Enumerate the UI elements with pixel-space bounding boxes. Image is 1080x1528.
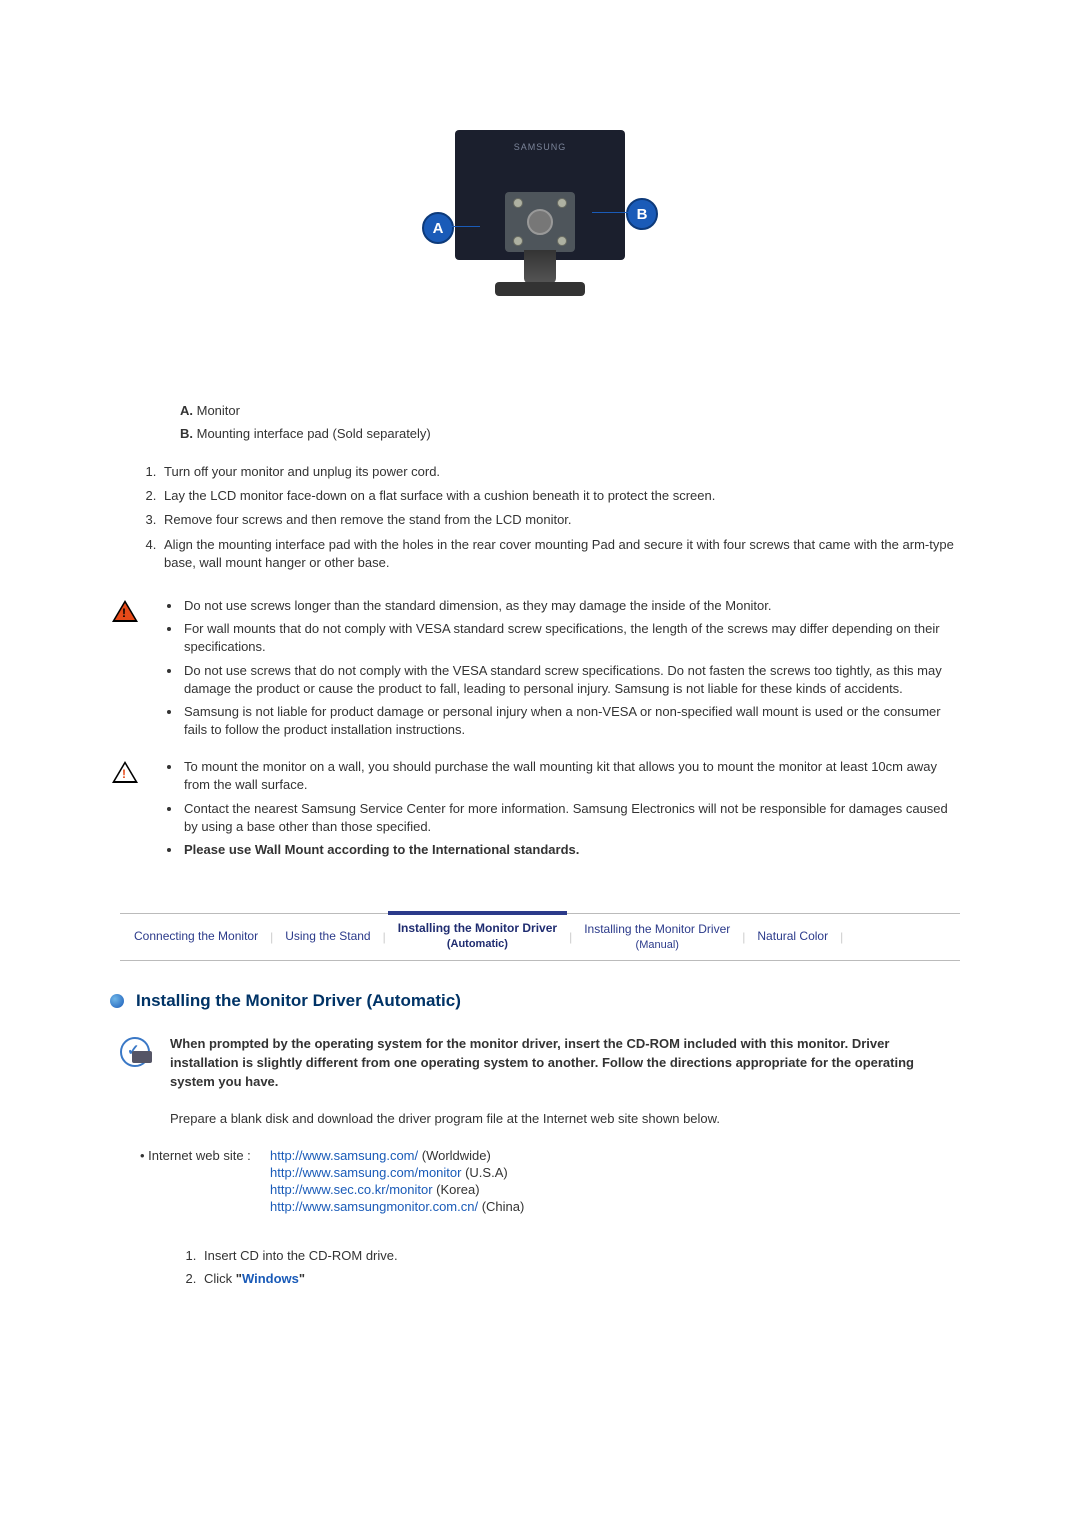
list-item: Turn off your monitor and unplug its pow… bbox=[160, 461, 960, 485]
windows-link[interactable]: Windows bbox=[242, 1271, 299, 1286]
marker-a: A bbox=[422, 212, 454, 244]
marker-b: B bbox=[626, 198, 658, 230]
list-item: Samsung is not liable for product damage… bbox=[182, 702, 960, 743]
list-item: Click "Windows" bbox=[200, 1269, 960, 1291]
tab-install-driver-manual[interactable]: Installing the Monitor Driver (Manual) bbox=[574, 920, 740, 954]
driver-prompt-text: When prompted by the operating system fo… bbox=[170, 1035, 960, 1092]
warning-icon: ! bbox=[112, 757, 160, 783]
internet-site-links: http://www.samsung.com/ (Worldwide) http… bbox=[270, 1148, 524, 1216]
monitor-illustration: SAMSUNG A B bbox=[410, 120, 670, 320]
list-item: Align the mounting interface pad with th… bbox=[160, 534, 960, 576]
internet-site-label: • Internet web site : bbox=[140, 1148, 270, 1216]
list-item: Remove four screws and then remove the s… bbox=[160, 509, 960, 533]
section-title: Installing the Monitor Driver (Automatic… bbox=[136, 991, 461, 1011]
list-item: Insert CD into the CD-ROM drive. bbox=[200, 1246, 960, 1268]
mounting-figure: SAMSUNG A B bbox=[120, 120, 960, 323]
list-item: To mount the monitor on a wall, you shou… bbox=[182, 757, 960, 798]
list-item: Please use Wall Mount according to the I… bbox=[182, 840, 960, 863]
tab-install-driver-auto[interactable]: Installing the Monitor Driver (Automatic… bbox=[388, 911, 567, 953]
list-item: For wall mounts that do not comply with … bbox=[182, 619, 960, 660]
warning-list-2: To mount the monitor on a wall, you shou… bbox=[160, 757, 960, 863]
legend-b: B. Mounting interface pad (Sold separate… bbox=[180, 426, 960, 441]
link-samsung-usa[interactable]: http://www.samsung.com/monitor bbox=[270, 1165, 461, 1180]
legend-a: A. Monitor bbox=[180, 403, 960, 418]
mounting-pad bbox=[505, 192, 575, 252]
list-item: Lay the LCD monitor face-down on a flat … bbox=[160, 485, 960, 509]
tab-connecting-monitor[interactable]: Connecting the Monitor bbox=[124, 927, 268, 947]
mount-steps: Turn off your monitor and unplug its pow… bbox=[120, 461, 960, 576]
tab-using-stand[interactable]: Using the Stand bbox=[275, 927, 380, 947]
list-item: Do not use screws that do not comply wit… bbox=[182, 661, 960, 702]
bullet-icon bbox=[110, 994, 124, 1008]
warning-list-1: Do not use screws longer than the standa… bbox=[160, 596, 960, 743]
tab-natural-color[interactable]: Natural Color bbox=[747, 927, 838, 947]
link-samsung-korea[interactable]: http://www.sec.co.kr/monitor bbox=[270, 1182, 433, 1197]
cd-icon: ✓ bbox=[120, 1035, 170, 1067]
section-tabs: Connecting the Monitor | Using the Stand… bbox=[120, 913, 960, 961]
list-item: Do not use screws longer than the standa… bbox=[182, 596, 960, 619]
list-item: Contact the nearest Samsung Service Cent… bbox=[182, 799, 960, 840]
monitor-logo: SAMSUNG bbox=[514, 142, 567, 152]
driver-steps: Insert CD into the CD-ROM drive. Click "… bbox=[180, 1246, 960, 1290]
warning-icon: ! bbox=[112, 596, 160, 622]
prepare-text: Prepare a blank disk and download the dr… bbox=[120, 1110, 960, 1129]
link-samsung-worldwide[interactable]: http://www.samsung.com/ bbox=[270, 1148, 418, 1163]
link-samsung-china[interactable]: http://www.samsungmonitor.com.cn/ bbox=[270, 1199, 478, 1214]
